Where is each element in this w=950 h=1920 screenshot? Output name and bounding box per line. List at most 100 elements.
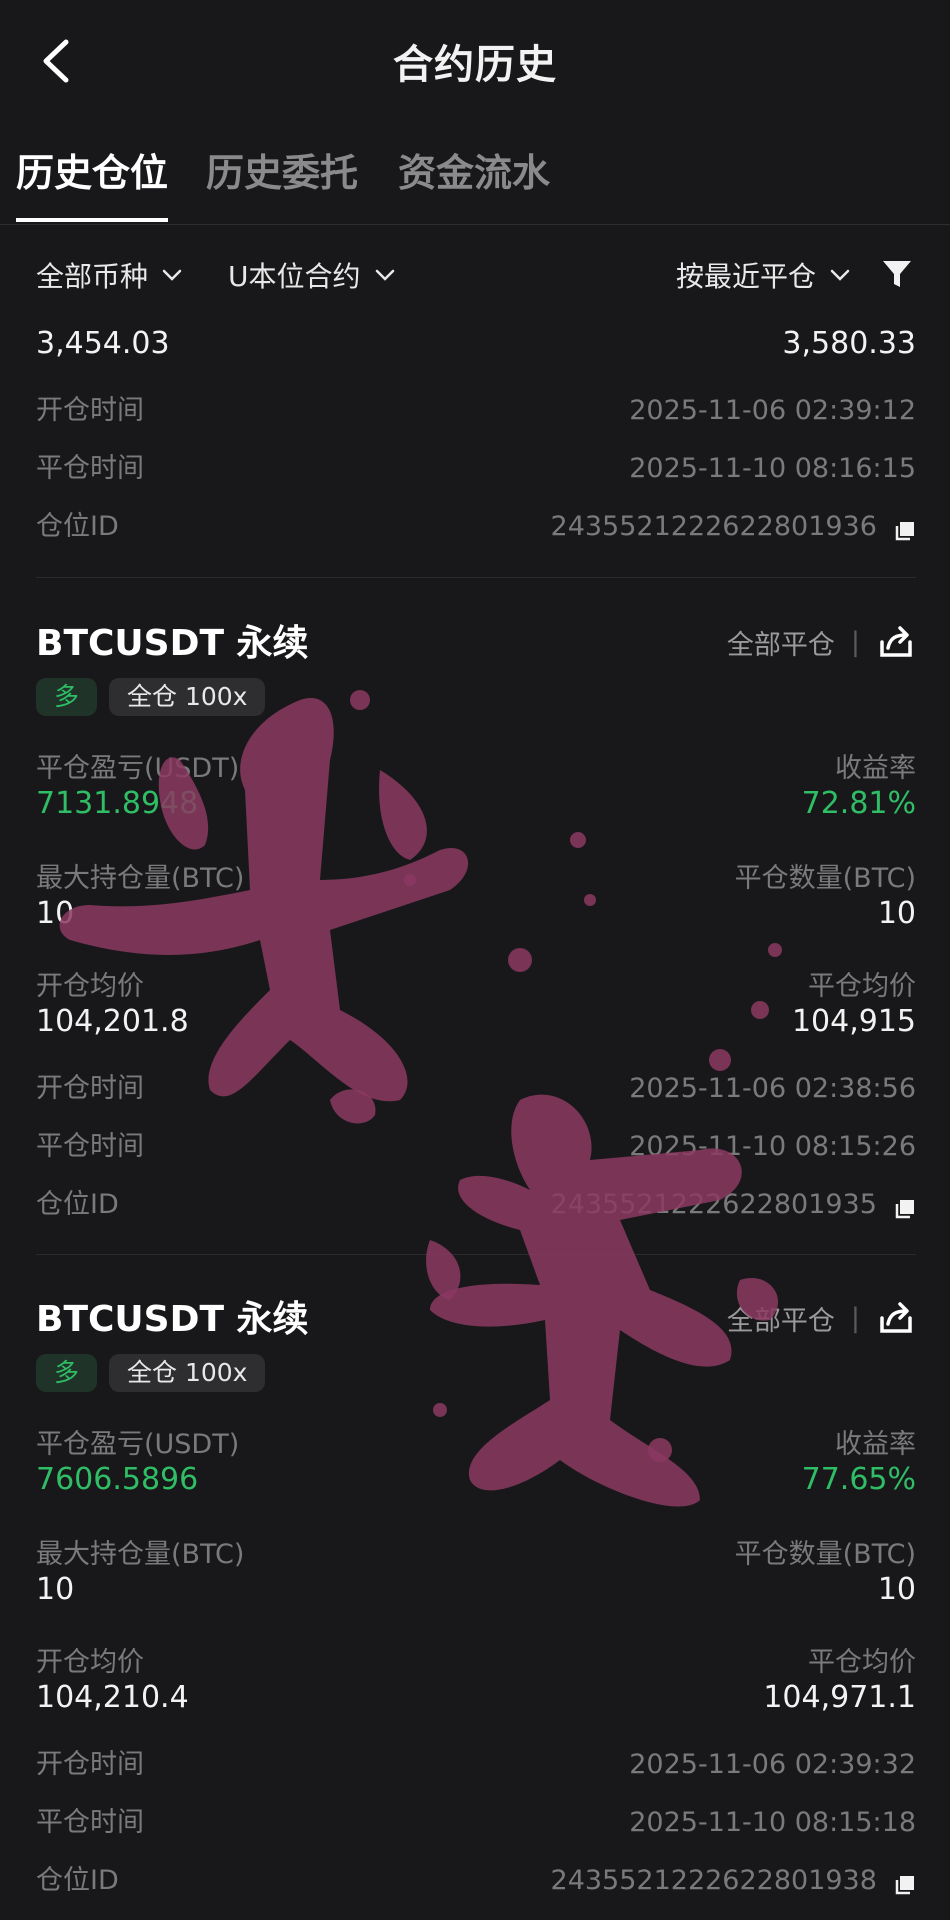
open-avg-label: 开仓均价 bbox=[36, 1647, 144, 1678]
position-id-label: 仓位ID bbox=[36, 511, 119, 542]
close-avg-label: 平仓均价 bbox=[808, 971, 916, 1002]
pnl-label: 平仓盈亏(USDT) bbox=[36, 753, 240, 784]
tab-bar: 历史仓位 历史委托 资金流水 bbox=[0, 130, 950, 225]
active-tab-indicator bbox=[16, 218, 168, 222]
close-qty-value: 10 bbox=[877, 1572, 916, 1607]
position-id-label: 仓位ID bbox=[36, 1189, 119, 1220]
close-time-label: 平仓时间 bbox=[36, 453, 144, 484]
card-symbol: BTCUSDT 永续 bbox=[36, 1299, 309, 1340]
close-avg-value: 104,971.1 bbox=[763, 1680, 916, 1715]
open-avg-value: 104,201.8 bbox=[36, 1004, 189, 1039]
partial-price-row: 3,454.03 3,580.33 bbox=[36, 326, 916, 361]
funnel-icon[interactable] bbox=[880, 257, 914, 291]
max-position-label: 最大持仓量(BTC) bbox=[36, 1539, 245, 1570]
max-position-value: 10 bbox=[36, 1572, 75, 1607]
close-time-label: 平仓时间 bbox=[36, 1131, 144, 1162]
sort-filter[interactable]: 按最近平仓 bbox=[676, 255, 852, 295]
close-avg-price: 3,580.33 bbox=[782, 326, 916, 361]
position-id-value: 2435521222622801938 bbox=[550, 1865, 877, 1896]
open-time-label: 开仓时间 bbox=[36, 1749, 144, 1780]
qty-value-row: 10 10 bbox=[36, 1572, 916, 1607]
separator: | bbox=[850, 1302, 860, 1334]
position-tags: 多 全仓 100x bbox=[36, 678, 266, 716]
copy-icon[interactable] bbox=[894, 1874, 916, 1896]
pnl-value: 7606.5896 bbox=[36, 1462, 199, 1497]
close-time-value: 2025-11-10 08:15:18 bbox=[629, 1807, 916, 1838]
tab-position-history[interactable]: 历史仓位 bbox=[16, 142, 168, 197]
contract-type-filter[interactable]: U本位合约 bbox=[228, 255, 397, 295]
qty-value-row: 10 10 bbox=[36, 896, 916, 931]
position-id-row: 仓位ID 2435521222622801938 bbox=[36, 1858, 916, 1897]
roi-label: 收益率 bbox=[835, 1429, 916, 1460]
chevron-down-icon bbox=[830, 269, 850, 281]
open-avg-price: 3,454.03 bbox=[36, 326, 170, 361]
qty-label-row: 最大持仓量(BTC) 平仓数量(BTC) bbox=[36, 1532, 916, 1571]
max-position-value: 10 bbox=[36, 896, 75, 931]
open-time-row: 开仓时间 2025-11-06 02:39:12 bbox=[36, 388, 916, 427]
open-time-value: 2025-11-06 02:38:56 bbox=[629, 1073, 916, 1104]
position-id-row: 仓位ID 2435521222622801935 bbox=[36, 1182, 916, 1221]
pnl-value-row: 7131.8948 72.81% bbox=[36, 786, 916, 821]
close-all-button[interactable]: 全部平仓 bbox=[727, 623, 835, 662]
close-all-button[interactable]: 全部平仓 bbox=[727, 1299, 835, 1338]
roi-label: 收益率 bbox=[835, 753, 916, 784]
divider bbox=[36, 1254, 916, 1255]
open-time-value: 2025-11-06 02:39:12 bbox=[629, 395, 916, 426]
separator: | bbox=[850, 626, 860, 658]
side-tag: 多 bbox=[36, 678, 98, 716]
roi-value: 72.81% bbox=[801, 786, 916, 821]
open-avg-value: 104,210.4 bbox=[36, 1680, 189, 1715]
margin-tag: 全仓 100x bbox=[109, 1354, 266, 1392]
pnl-label: 平仓盈亏(USDT) bbox=[36, 1429, 240, 1460]
copy-icon[interactable] bbox=[894, 1198, 916, 1220]
position-id-label: 仓位ID bbox=[36, 1865, 119, 1896]
pnl-value: 7131.8948 bbox=[36, 786, 199, 821]
close-time-row: 平仓时间 2025-11-10 08:15:26 bbox=[36, 1124, 916, 1163]
open-time-row: 开仓时间 2025-11-06 02:39:32 bbox=[36, 1742, 916, 1781]
open-time-label: 开仓时间 bbox=[36, 395, 144, 426]
share-icon[interactable] bbox=[876, 622, 916, 662]
copy-icon[interactable] bbox=[894, 520, 916, 542]
tab-fund-flow[interactable]: 资金流水 bbox=[398, 142, 550, 197]
open-time-label: 开仓时间 bbox=[36, 1073, 144, 1104]
qty-label-row: 最大持仓量(BTC) 平仓数量(BTC) bbox=[36, 856, 916, 895]
position-id-group: 2435521222622801935 bbox=[551, 1189, 916, 1220]
avg-label-row: 开仓均价 平仓均价 bbox=[36, 964, 916, 1003]
coin-filter[interactable]: 全部币种 bbox=[36, 255, 184, 295]
pnl-label-row: 平仓盈亏(USDT) 收益率 bbox=[36, 746, 916, 785]
position-id-value: 2435521222622801936 bbox=[550, 511, 877, 542]
close-time-value: 2025-11-10 08:16:15 bbox=[629, 453, 916, 484]
close-qty-value: 10 bbox=[877, 896, 916, 931]
close-qty-label: 平仓数量(BTC) bbox=[734, 1539, 916, 1570]
tab-order-history[interactable]: 历史委托 bbox=[206, 142, 358, 197]
open-time-row: 开仓时间 2025-11-06 02:38:56 bbox=[36, 1066, 916, 1105]
pnl-label-row: 平仓盈亏(USDT) 收益率 bbox=[36, 1422, 916, 1461]
position-tags: 多 全仓 100x bbox=[36, 1354, 266, 1392]
side-tag: 多 bbox=[36, 1354, 98, 1392]
open-avg-label: 开仓均价 bbox=[36, 971, 144, 1002]
chevron-down-icon bbox=[162, 269, 182, 281]
avg-label-row: 开仓均价 平仓均价 bbox=[36, 1640, 916, 1679]
position-id-group: 2435521222622801938 bbox=[551, 1865, 916, 1896]
max-position-label: 最大持仓量(BTC) bbox=[36, 863, 245, 894]
margin-tag: 全仓 100x bbox=[109, 678, 266, 716]
filter-bar: 全部币种 U本位合约 按最近平仓 bbox=[0, 255, 950, 305]
position-id-value: 2435521222622801935 bbox=[550, 1189, 877, 1220]
close-time-row: 平仓时间 2025-11-10 08:15:18 bbox=[36, 1800, 916, 1839]
share-icon[interactable] bbox=[876, 1298, 916, 1338]
close-time-label: 平仓时间 bbox=[36, 1807, 144, 1838]
page-title: 合约历史 bbox=[393, 42, 557, 88]
divider bbox=[36, 577, 916, 578]
chevron-down-icon bbox=[375, 269, 394, 281]
sort-label: 按最近平仓 bbox=[676, 260, 817, 293]
avg-value-row: 104,201.8 104,915 bbox=[36, 1004, 916, 1039]
pnl-value-row: 7606.5896 77.65% bbox=[36, 1462, 916, 1497]
close-avg-label: 平仓均价 bbox=[808, 1647, 916, 1678]
position-id-row: 仓位ID 2435521222622801936 bbox=[36, 504, 916, 543]
close-time-row: 平仓时间 2025-11-10 08:16:15 bbox=[36, 446, 916, 485]
close-qty-label: 平仓数量(BTC) bbox=[734, 863, 916, 894]
close-time-value: 2025-11-10 08:15:26 bbox=[629, 1131, 916, 1162]
avg-value-row: 104,210.4 104,971.1 bbox=[36, 1680, 916, 1715]
close-avg-value: 104,915 bbox=[791, 1004, 916, 1039]
card-actions: 全部平仓 | bbox=[727, 622, 916, 662]
